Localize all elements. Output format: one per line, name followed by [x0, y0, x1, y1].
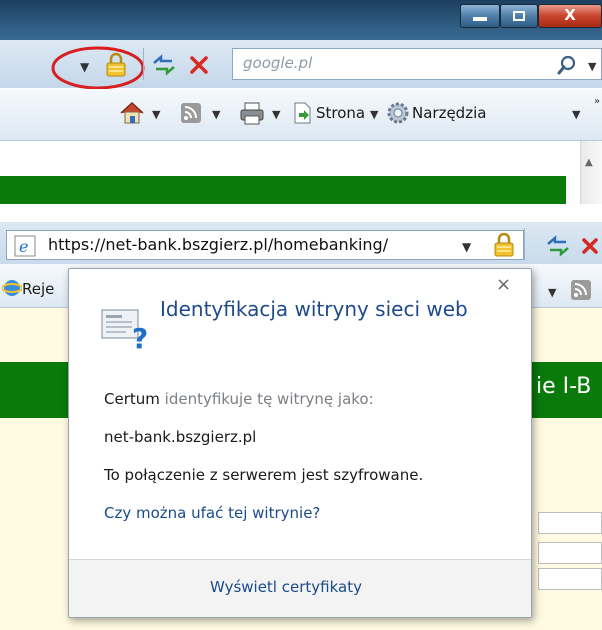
lock-icon[interactable] [104, 52, 128, 78]
minimize-button[interactable] [460, 4, 500, 28]
view-certificates-link[interactable]: Wyświetl certyfikaty [210, 578, 362, 596]
chevron-more-icon[interactable]: » [594, 96, 600, 107]
page-dropdown-icon[interactable]: ▼ [370, 108, 378, 121]
encryption-status: To połączenie z serwerem jest szyfrowane… [104, 466, 424, 484]
tools-dropdown-icon[interactable]: ▼ [572, 108, 580, 121]
lock-icon[interactable] [492, 232, 516, 258]
refresh-icon[interactable] [544, 234, 572, 258]
search-dropdown-icon[interactable]: ▼ [588, 60, 596, 73]
refresh-icon[interactable] [150, 52, 178, 78]
rss-dropdown-icon[interactable]: ▼ [548, 286, 556, 299]
page-menu-label[interactable]: Strona [316, 104, 365, 122]
rss-dropdown-icon[interactable]: ▼ [212, 108, 220, 121]
print-icon[interactable] [238, 100, 266, 126]
page-icon[interactable] [290, 101, 314, 125]
ie-favorite-icon [2, 280, 22, 296]
print-dropdown-icon[interactable]: ▼ [272, 108, 280, 121]
minimize-icon [473, 17, 487, 21]
site-domain: net-bank.bszgierz.pl [104, 428, 257, 446]
toolbar-divider [143, 48, 144, 80]
window-close-button[interactable]: X [538, 4, 602, 28]
rss-feed-icon[interactable] [570, 279, 592, 301]
address-dropdown-icon[interactable]: ▼ [462, 240, 471, 254]
identifies-text: identyfikuje tę witrynę jako: [164, 390, 374, 408]
svg-text:e: e [19, 237, 28, 256]
page-heading-partial: ie I-B [536, 374, 592, 399]
stop-icon[interactable] [188, 54, 210, 76]
gear-icon[interactable] [386, 101, 410, 125]
certificate-help-icon: ? [101, 309, 148, 352]
rss-feed-icon[interactable] [180, 102, 202, 124]
search-input-placeholder[interactable]: google.pl [243, 54, 312, 72]
tab-label-partial[interactable]: Reje [22, 280, 54, 298]
dropdown-arrow-icon[interactable]: ▼ [80, 60, 89, 74]
toolbar-divider [524, 228, 525, 260]
scroll-up-icon[interactable]: ▲ [585, 157, 593, 168]
browser-toolbar-top: X ▼ google.pl ▼ ▼ ▼ ▼ Strona ▼ Narzędzia… [0, 0, 602, 204]
stop-icon[interactable] [580, 236, 600, 256]
maximize-button[interactable] [500, 4, 538, 28]
ie-page-icon: e [14, 235, 36, 257]
url-input[interactable]: https://net-bank.bszgierz.pl/homebanking… [48, 235, 388, 254]
svg-text:?: ? [132, 322, 148, 352]
green-banner-top [0, 176, 566, 204]
home-dropdown-icon[interactable]: ▼ [152, 108, 160, 121]
home-icon[interactable] [118, 100, 146, 126]
tools-menu-label[interactable]: Narzędzia [412, 104, 486, 122]
extra-input-partial[interactable] [538, 568, 602, 590]
issuer-line: Certum identyfikuje tę witrynę jako: [104, 390, 374, 408]
browser-window-bottom: e https://net-bank.bszgierz.pl/homebanki… [0, 222, 602, 630]
scrollbar[interactable]: ▲ [580, 141, 602, 204]
maximize-icon [513, 11, 525, 21]
popup-title: Identyfikacja witryny sieci web [160, 297, 468, 321]
issuer-name: Certum [104, 390, 160, 408]
highlight-ellipse [51, 46, 145, 90]
trust-site-link[interactable]: Czy można ufać tej witrynie? [104, 504, 320, 522]
password-input-partial[interactable] [538, 542, 602, 564]
popup-close-button[interactable]: × [496, 274, 511, 295]
search-icon[interactable] [556, 54, 578, 76]
login-input-partial[interactable] [538, 512, 602, 534]
